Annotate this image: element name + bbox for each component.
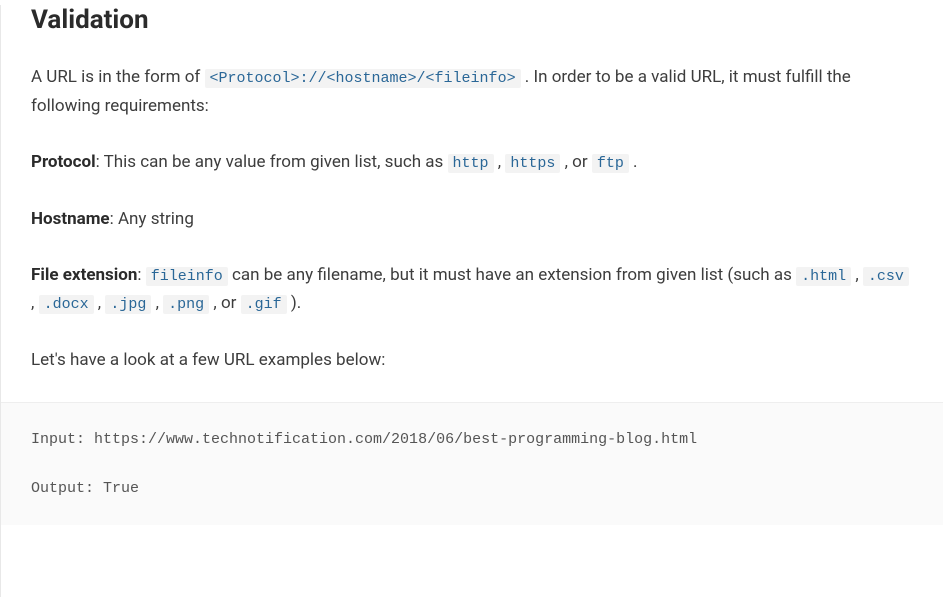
gif-ext-code: .gif bbox=[241, 295, 287, 314]
http-code: http bbox=[448, 154, 494, 173]
sep: . bbox=[629, 152, 638, 172]
hostname-text: : Any string bbox=[110, 209, 194, 229]
sep: , bbox=[151, 293, 163, 313]
protocol-paragraph: Protocol: This can be any value from giv… bbox=[31, 148, 913, 177]
examples-intro: Let's have a look at a few URL examples … bbox=[31, 346, 913, 374]
example-input-line: Input: https://www.technotification.com/… bbox=[31, 431, 913, 448]
sep: , bbox=[494, 152, 506, 172]
hostname-label: Hostname bbox=[31, 209, 110, 229]
fileinfo-code: fileinfo bbox=[146, 267, 228, 286]
section-heading: Validation bbox=[31, 5, 913, 35]
html-ext-code: .html bbox=[796, 267, 851, 286]
jpg-ext-code: .jpg bbox=[105, 295, 151, 314]
fileext-text: can be any filename, but it must have an… bbox=[228, 265, 796, 285]
hostname-paragraph: Hostname: Any string bbox=[31, 205, 913, 233]
csv-ext-code: .csv bbox=[863, 267, 909, 286]
sep: , bbox=[31, 293, 39, 313]
document-content: Validation A URL is in the form of <Prot… bbox=[0, 5, 943, 597]
docx-ext-code: .docx bbox=[39, 295, 94, 314]
example-output-line: Output: True bbox=[31, 480, 913, 497]
sep: , bbox=[851, 265, 863, 285]
sep: , or bbox=[560, 152, 591, 172]
protocol-label: Protocol bbox=[31, 152, 96, 172]
https-code: https bbox=[505, 154, 560, 173]
fileext-label: File extension bbox=[31, 265, 137, 285]
sep: , bbox=[94, 293, 106, 313]
ftp-code: ftp bbox=[592, 154, 629, 173]
sep: , or bbox=[209, 293, 240, 313]
sep: : bbox=[137, 265, 145, 285]
sep: ). bbox=[287, 293, 302, 313]
example-block: Input: https://www.technotification.com/… bbox=[1, 402, 943, 525]
png-ext-code: .png bbox=[163, 295, 209, 314]
url-template-code: <Protocol>://<hostname>/<fileinfo> bbox=[205, 69, 521, 88]
intro-paragraph: A URL is in the form of <Protocol>://<ho… bbox=[31, 63, 913, 120]
fileext-paragraph: File extension: fileinfo can be any file… bbox=[31, 261, 913, 319]
intro-text-prefix: A URL is in the form of bbox=[31, 67, 205, 87]
protocol-text: : This can be any value from given list,… bbox=[96, 152, 448, 172]
